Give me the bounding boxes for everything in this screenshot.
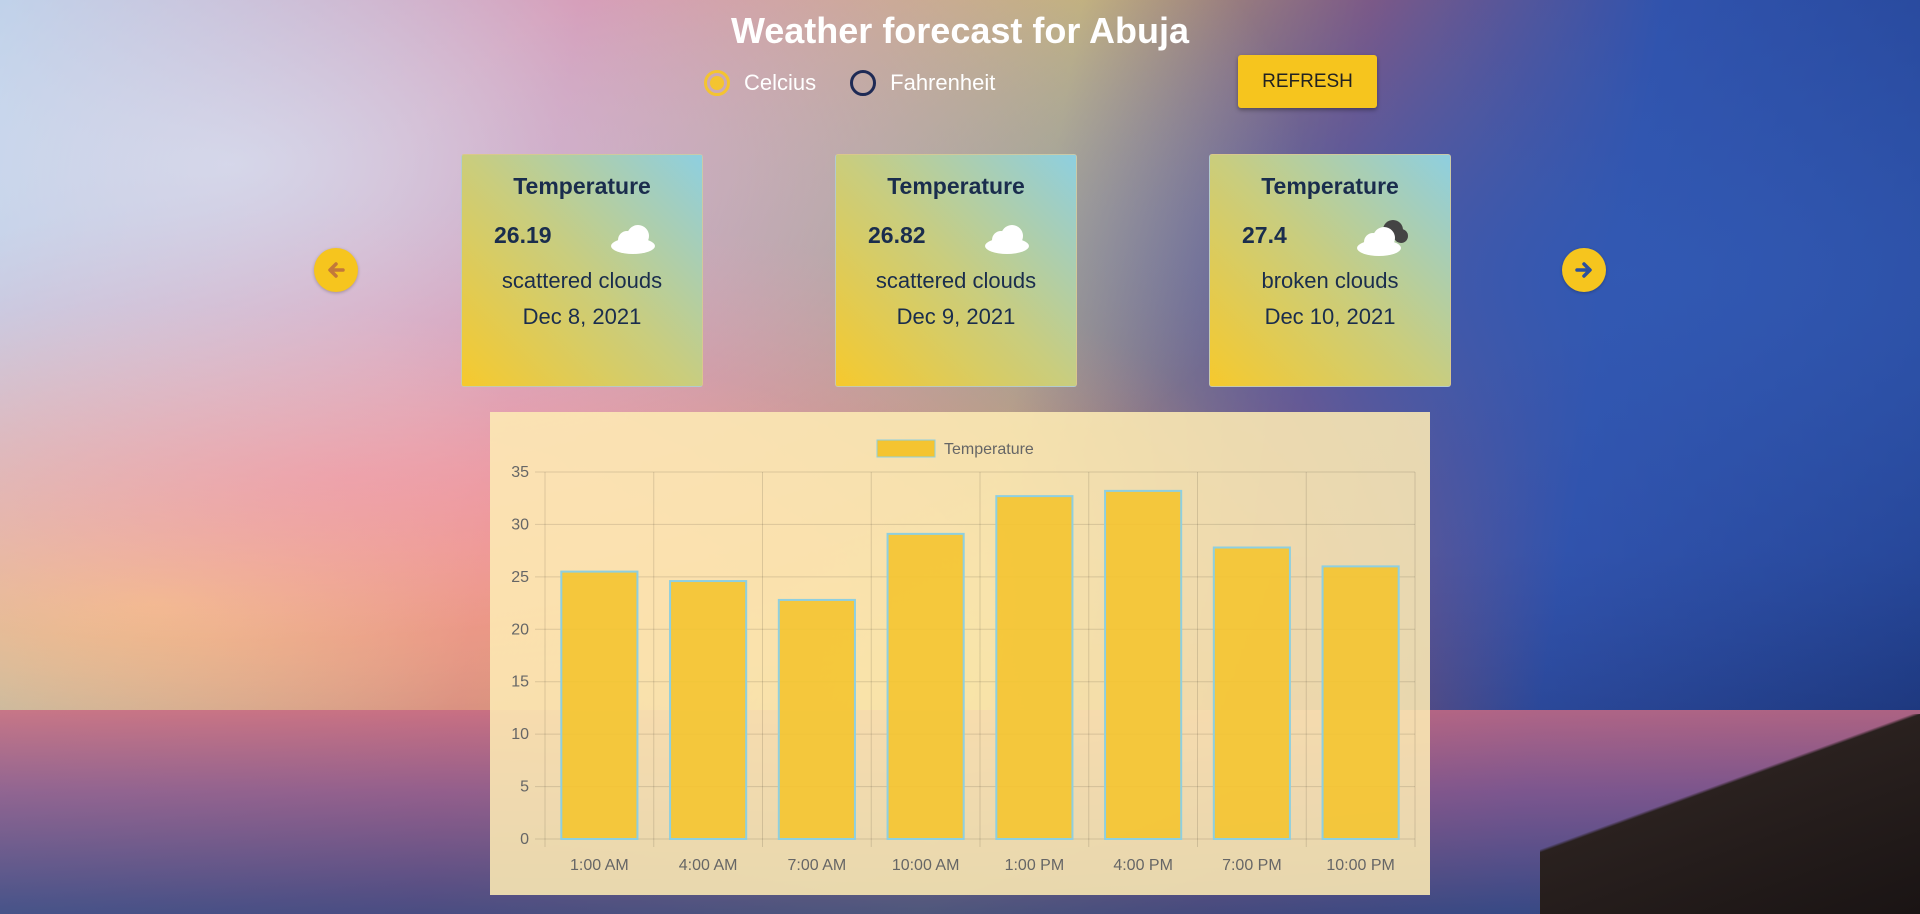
scattered-clouds-icon <box>985 225 1029 254</box>
bar-chart: Temperature 0 5 10 15 20 25 30 35 1:00 AM 4:00 AM… <box>511 439 1416 874</box>
chart-bar <box>886 532 965 840</box>
card-temperature: 27.4 <box>1242 222 1287 248</box>
x-tick-label: 7:00 PM <box>1222 857 1282 874</box>
refresh-button[interactable]: REFRESH <box>1238 55 1377 108</box>
legend-label: Temperature <box>944 441 1034 458</box>
x-tick-label: 10:00 PM <box>1326 857 1394 874</box>
chart-bar <box>1104 489 1183 840</box>
forecast-card: Temperature 26.82 scattered clouds Dec 9… <box>835 154 1077 387</box>
card-label: Temperature <box>1261 173 1399 199</box>
scattered-clouds-icon <box>611 225 655 254</box>
page-title: Weather forecast for Abuja <box>730 10 1190 51</box>
y-tick-label: 30 <box>511 516 529 533</box>
celsius-radio-circle[interactable] <box>704 70 730 96</box>
card-temperature: 26.82 <box>868 222 926 248</box>
celsius-label: Celcius <box>744 70 817 95</box>
fahrenheit-radio[interactable]: Fahrenheit <box>850 70 995 96</box>
chart-bar <box>560 570 639 840</box>
fahrenheit-label: Fahrenheit <box>890 70 996 95</box>
chart-bar <box>995 495 1074 840</box>
y-tick-label: 5 <box>520 779 529 796</box>
unit-selector: Celcius Fahrenheit <box>704 70 1029 96</box>
arrow-left-icon <box>328 262 345 278</box>
card-date: Dec 10, 2021 <box>1264 304 1396 329</box>
card-temperature: 26.19 <box>494 222 552 248</box>
chart-bar <box>777 598 856 840</box>
chart-bar <box>1321 565 1400 840</box>
card-description: scattered clouds <box>501 268 663 293</box>
y-tick-label: 35 <box>511 464 529 481</box>
card-label: Temperature <box>887 173 1025 199</box>
card-label: Temperature <box>513 173 651 199</box>
x-tick-label: 7:00 AM <box>788 857 847 874</box>
y-tick-label: 10 <box>511 726 529 743</box>
forecast-card: Temperature 26.19 scattered clouds Dec 8… <box>461 154 703 387</box>
fahrenheit-radio-circle[interactable] <box>850 70 877 96</box>
arrow-right-icon <box>1575 262 1592 278</box>
card-description: broken clouds <box>1261 268 1399 293</box>
y-tick-label: 25 <box>511 569 529 586</box>
x-tick-label: 1:00 AM <box>570 857 629 874</box>
legend-swatch <box>876 439 936 458</box>
temperature-chart: Temperature 0 5 10 15 20 25 30 35 1:00 AM 4:00 AM… <box>490 412 1430 895</box>
chart-bar <box>1212 546 1291 841</box>
card-date: Dec 8, 2021 <box>522 304 642 329</box>
next-button[interactable] <box>1562 248 1606 292</box>
prev-button[interactable] <box>314 248 358 292</box>
celsius-radio[interactable]: Celcius <box>704 70 816 96</box>
y-tick-label: 0 <box>520 831 529 848</box>
x-tick-label: 10:00 AM <box>892 857 960 874</box>
broken-clouds-icon <box>1357 220 1408 256</box>
chart-bar <box>669 580 748 840</box>
background-beach <box>1540 714 1920 914</box>
x-tick-label: 4:00 PM <box>1113 857 1173 874</box>
y-tick-label: 15 <box>511 674 529 691</box>
radio-selected-dot <box>710 76 724 90</box>
x-tick-label: 4:00 AM <box>679 857 738 874</box>
card-date: Dec 9, 2021 <box>896 304 1016 329</box>
x-tick-label: 1:00 PM <box>1005 857 1065 874</box>
card-description: scattered clouds <box>875 268 1037 293</box>
forecast-card: Temperature 27.4 broken clouds Dec 10, 2… <box>1209 154 1451 387</box>
y-tick-label: 20 <box>511 621 529 638</box>
